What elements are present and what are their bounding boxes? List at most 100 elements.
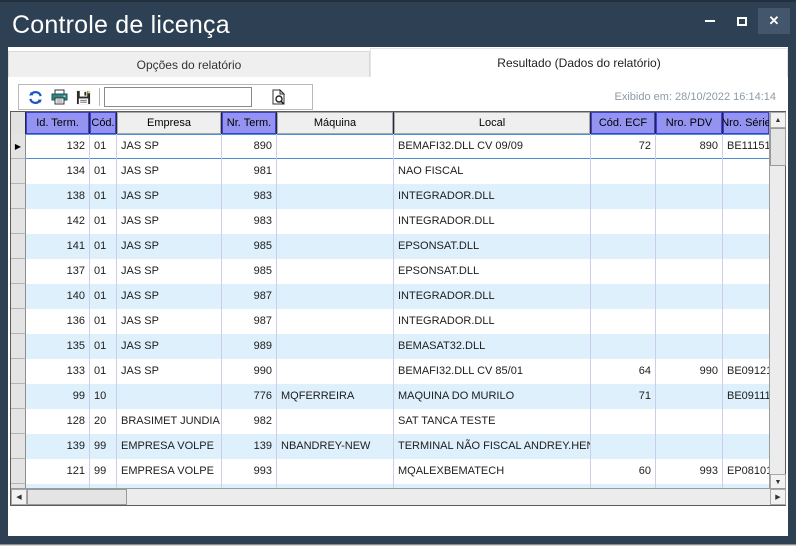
- table-cell[interactable]: JAS SP: [117, 359, 222, 384]
- table-cell[interactable]: 141: [26, 234, 90, 259]
- table-cell[interactable]: 990: [222, 359, 277, 384]
- table-cell[interactable]: [591, 334, 656, 359]
- column-header[interactable]: Nr. Term.: [222, 112, 277, 134]
- table-cell[interactable]: [723, 334, 770, 359]
- column-header[interactable]: Cód.: [90, 112, 117, 134]
- table-cell[interactable]: [591, 434, 656, 459]
- table-cell[interactable]: JAS SP: [117, 309, 222, 334]
- table-row[interactable]: 9910776MQFERREIRAMAQUINA DO MURILO71BE09…: [11, 384, 770, 409]
- table-row[interactable]: 13999EMPRESA VOLPE139NBANDREY-NEWTERMINA…: [11, 434, 770, 459]
- table-cell[interactable]: [277, 334, 394, 359]
- table-row[interactable]: 12199EMPRESA VOLPE993MQALEXBEMATECH60993…: [11, 459, 770, 484]
- table-cell[interactable]: NBANDREY-NEW: [277, 434, 394, 459]
- table-cell[interactable]: MQALEXBEMATECH: [394, 459, 591, 484]
- table-cell[interactable]: [117, 384, 222, 409]
- column-header[interactable]: Empresa: [117, 112, 222, 134]
- table-cell[interactable]: [591, 284, 656, 309]
- table-cell[interactable]: [723, 309, 770, 334]
- table-cell[interactable]: [591, 309, 656, 334]
- table-cell[interactable]: [723, 434, 770, 459]
- table-cell[interactable]: 776: [222, 384, 277, 409]
- table-cell[interactable]: 989: [222, 334, 277, 359]
- table-cell[interactable]: 60: [591, 459, 656, 484]
- table-cell[interactable]: [277, 359, 394, 384]
- table-cell[interactable]: SAT TANCA TESTE: [394, 409, 591, 434]
- table-cell[interactable]: NAO FISCAL: [394, 159, 591, 184]
- table-cell[interactable]: EPSONSAT.DLL: [394, 259, 591, 284]
- table-cell[interactable]: [723, 159, 770, 184]
- table-cell[interactable]: [277, 184, 394, 209]
- close-button[interactable]: ✕: [758, 8, 790, 34]
- table-cell[interactable]: 139: [26, 434, 90, 459]
- table-cell[interactable]: 981: [222, 159, 277, 184]
- table-cell[interactable]: 01: [90, 209, 117, 234]
- table-row[interactable]: 13501JAS SP989BEMASAT32.DLL: [11, 334, 770, 359]
- table-cell[interactable]: [277, 409, 394, 434]
- minimize-button[interactable]: [694, 8, 726, 34]
- table-cell[interactable]: EP08101000: [723, 459, 770, 484]
- table-cell[interactable]: EPSONSAT.DLL: [394, 234, 591, 259]
- table-cell[interactable]: 990: [656, 359, 723, 384]
- table-row[interactable]: 13601JAS SP987INTEGRADOR.DLL: [11, 309, 770, 334]
- table-cell[interactable]: 99: [90, 434, 117, 459]
- tab-report-result[interactable]: Resultado (Dados do relatório): [370, 48, 788, 77]
- table-row[interactable]: 13301JAS SP990BEMAFI32.DLL CV 85/0164990…: [11, 359, 770, 384]
- table-cell[interactable]: JAS SP: [117, 334, 222, 359]
- preview-button[interactable]: [266, 86, 290, 108]
- table-cell[interactable]: [277, 259, 394, 284]
- table-cell[interactable]: [723, 284, 770, 309]
- table-cell[interactable]: 121: [26, 459, 90, 484]
- table-cell[interactable]: 138: [26, 184, 90, 209]
- scroll-right-button[interactable]: ▶: [770, 489, 786, 505]
- table-cell[interactable]: INTEGRADOR.DLL: [394, 284, 591, 309]
- table-cell[interactable]: 128: [26, 409, 90, 434]
- table-cell[interactable]: 132: [26, 134, 90, 159]
- table-cell[interactable]: 982: [222, 409, 277, 434]
- table-cell[interactable]: JAS SP: [117, 259, 222, 284]
- table-cell[interactable]: [656, 284, 723, 309]
- print-button[interactable]: [47, 86, 71, 108]
- table-cell[interactable]: JAS SP: [117, 234, 222, 259]
- table-cell[interactable]: EMPRESA VOLPE: [117, 434, 222, 459]
- table-cell[interactable]: [277, 209, 394, 234]
- table-cell[interactable]: 983: [222, 184, 277, 209]
- maximize-button[interactable]: [726, 8, 758, 34]
- table-cell[interactable]: 20: [90, 409, 117, 434]
- table-cell[interactable]: 140: [26, 284, 90, 309]
- table-cell[interactable]: 99: [26, 384, 90, 409]
- table-cell[interactable]: INTEGRADOR.DLL: [394, 209, 591, 234]
- table-cell[interactable]: MQFERREIRA: [277, 384, 394, 409]
- table-cell[interactable]: [656, 409, 723, 434]
- table-cell[interactable]: 72: [591, 134, 656, 159]
- table-cell[interactable]: [656, 159, 723, 184]
- table-cell[interactable]: 99: [90, 459, 117, 484]
- table-cell[interactable]: [656, 309, 723, 334]
- table-cell[interactable]: [277, 134, 394, 159]
- scroll-left-button[interactable]: ◀: [11, 489, 27, 505]
- table-cell[interactable]: BEMAFI32.DLL CV 09/09: [394, 134, 591, 159]
- table-cell[interactable]: [277, 459, 394, 484]
- table-cell[interactable]: 987: [222, 309, 277, 334]
- table-cell[interactable]: 01: [90, 359, 117, 384]
- table-cell[interactable]: [656, 259, 723, 284]
- table-row[interactable]: 14001JAS SP987INTEGRADOR.DLL: [11, 284, 770, 309]
- save-button[interactable]: [71, 86, 95, 108]
- table-cell[interactable]: 890: [222, 134, 277, 159]
- table-cell[interactable]: 985: [222, 234, 277, 259]
- table-cell[interactable]: [656, 334, 723, 359]
- table-row[interactable]: 14201JAS SP983INTEGRADOR.DLL: [11, 209, 770, 234]
- table-cell[interactable]: EMPRESA VOLPE: [117, 459, 222, 484]
- table-cell[interactable]: [723, 184, 770, 209]
- table-cell[interactable]: TERMINAL NÃO FISCAL ANDREY.HEN: [394, 434, 591, 459]
- tab-report-options[interactable]: Opções do relatório: [8, 51, 370, 77]
- table-cell[interactable]: JAS SP: [117, 284, 222, 309]
- table-cell[interactable]: 983: [222, 209, 277, 234]
- table-row[interactable]: ▶13201JAS SP890BEMAFI32.DLL CV 09/097289…: [11, 134, 770, 159]
- table-cell[interactable]: [656, 209, 723, 234]
- table-cell[interactable]: BRASIMET JUNDIA: [117, 409, 222, 434]
- table-cell[interactable]: BEMAFI32.DLL CV 85/01: [394, 359, 591, 384]
- table-cell[interactable]: JAS SP: [117, 159, 222, 184]
- table-cell[interactable]: 01: [90, 284, 117, 309]
- table-cell[interactable]: [277, 309, 394, 334]
- table-cell[interactable]: 01: [90, 159, 117, 184]
